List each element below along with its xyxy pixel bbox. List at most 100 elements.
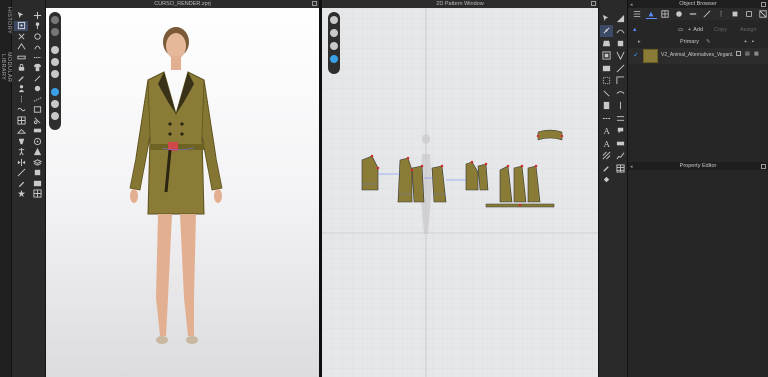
maximize-object-browser-icon[interactable] xyxy=(761,1,766,7)
trim-icon[interactable] xyxy=(30,115,44,125)
avatar-icon[interactable] xyxy=(14,84,28,94)
trace-icon[interactable] xyxy=(600,62,613,74)
display-avatar-icon[interactable] xyxy=(51,16,59,24)
fold-2d-icon[interactable] xyxy=(614,62,627,74)
annotation-icon[interactable] xyxy=(614,125,627,137)
edit-pattern-icon[interactable] xyxy=(600,12,613,24)
text-icon[interactable]: A xyxy=(600,125,613,137)
maximize-2d-icon[interactable] xyxy=(591,1,596,6)
fold-icon[interactable] xyxy=(14,42,28,52)
check-sewing-icon[interactable] xyxy=(600,100,613,112)
tab-modular-library[interactable]: MODULAR LIBRARY xyxy=(0,42,12,92)
rigging-icon[interactable] xyxy=(30,136,44,146)
bird-2d-icon[interactable] xyxy=(330,55,338,63)
shirt-icon[interactable] xyxy=(30,63,44,73)
avatar-figure[interactable] xyxy=(106,18,246,363)
pose-view-icon[interactable] xyxy=(51,58,59,66)
tack-icon[interactable] xyxy=(14,31,28,41)
zipper-icon[interactable] xyxy=(14,94,28,104)
lock-icon[interactable] xyxy=(14,63,28,73)
pose-icon[interactable] xyxy=(14,147,28,157)
pin-icon[interactable] xyxy=(30,21,44,31)
list-view-icon[interactable] xyxy=(632,9,643,19)
fabric-delete-icon[interactable]: ▦ xyxy=(754,51,759,57)
sew-icon[interactable] xyxy=(14,168,28,178)
add-button[interactable]: + Add xyxy=(688,27,703,33)
button-tab-icon[interactable] xyxy=(674,9,685,19)
fabric-list-item[interactable]: ✓ V2_Animal_Alternatives_VeganL ▤ ▦ xyxy=(628,48,768,64)
tack-2d-icon[interactable] xyxy=(614,100,627,112)
fitting-icon[interactable] xyxy=(14,136,28,146)
info-2d-icon[interactable] xyxy=(330,42,338,50)
maximize-property-editor-icon[interactable] xyxy=(761,163,766,169)
steam-icon[interactable] xyxy=(30,42,44,52)
select-mesh-icon[interactable] xyxy=(14,20,28,31)
shrinkage-icon[interactable] xyxy=(614,112,627,124)
grid-icon[interactable] xyxy=(30,189,44,199)
select-move-icon[interactable] xyxy=(14,10,28,20)
symmetry-icon[interactable] xyxy=(14,157,28,167)
chart-icon[interactable] xyxy=(614,150,627,162)
brush-2d-icon[interactable] xyxy=(600,162,613,174)
polygon-icon[interactable] xyxy=(600,37,613,49)
hanger-icon[interactable] xyxy=(14,126,28,136)
star-icon[interactable] xyxy=(14,189,28,199)
graphic-icon[interactable] xyxy=(30,105,44,115)
folder-2-icon[interactable]: ▪ xyxy=(752,39,754,45)
trim-tab-icon[interactable] xyxy=(729,9,740,19)
tape-icon[interactable] xyxy=(30,52,44,62)
fabric-icon[interactable] xyxy=(30,178,44,188)
edit-curve-icon[interactable] xyxy=(614,25,627,37)
ruler-2d-icon[interactable] xyxy=(614,12,627,24)
shirt-view-icon[interactable] xyxy=(51,46,59,54)
display-garment-icon[interactable] xyxy=(51,28,59,36)
filter-icon[interactable]: ▲ xyxy=(632,27,637,33)
pattern-canvas[interactable] xyxy=(322,8,598,377)
maximize-3d-icon[interactable] xyxy=(312,1,317,6)
copy-button[interactable]: Copy xyxy=(714,27,727,33)
add-colorway-icon[interactable]: + xyxy=(744,39,747,45)
transform-pattern-icon[interactable] xyxy=(600,24,613,37)
free-sew-icon[interactable] xyxy=(614,87,627,99)
pen-icon[interactable] xyxy=(30,73,44,83)
fabric-tab-icon[interactable] xyxy=(645,9,657,19)
arrangement-icon[interactable] xyxy=(30,31,44,41)
shape-icon[interactable] xyxy=(30,147,44,157)
bird-view-icon[interactable] xyxy=(51,88,59,96)
brush-icon[interactable] xyxy=(14,73,28,83)
topstitch-tab-icon[interactable] xyxy=(702,9,713,19)
expand-icon[interactable]: ▸ xyxy=(638,39,641,45)
seam-allowance-icon[interactable] xyxy=(600,75,613,87)
ruler-icon[interactable] xyxy=(30,126,44,136)
puckering-icon[interactable] xyxy=(14,105,28,115)
segment-sew-icon[interactable] xyxy=(600,87,613,99)
graphic-tab-icon[interactable] xyxy=(660,9,671,19)
light-icon[interactable] xyxy=(51,100,59,108)
fabric-copy-icon[interactable]: ▤ xyxy=(745,51,750,57)
layer-icon[interactable] xyxy=(30,157,44,167)
eyedrop-icon[interactable] xyxy=(14,178,28,188)
dart-icon[interactable] xyxy=(614,50,627,62)
colorway-row[interactable]: ▸ Primary ✎ + ▪ xyxy=(628,38,768,48)
button-icon[interactable] xyxy=(30,84,44,94)
render-icon[interactable] xyxy=(51,112,59,120)
topstitch-icon[interactable] xyxy=(30,94,44,104)
buttonhole-tab-icon[interactable] xyxy=(688,9,699,19)
texture-icon[interactable] xyxy=(14,115,28,125)
label-icon[interactable] xyxy=(614,137,627,149)
measure-icon[interactable] xyxy=(14,52,28,62)
assign-button[interactable]: Assign xyxy=(740,27,757,33)
puckering-tab-icon[interactable] xyxy=(743,9,754,19)
3d-viewport[interactable]: CURSO_RENDER.zprj xyxy=(46,0,319,377)
table-icon[interactable] xyxy=(614,162,627,174)
pattern-display-icon[interactable] xyxy=(330,16,338,24)
internal-polygon-icon[interactable] xyxy=(600,50,613,62)
camera-icon[interactable] xyxy=(51,70,59,78)
zipper-tab-icon[interactable] xyxy=(715,9,726,19)
transform-icon[interactable] xyxy=(30,10,44,20)
fabric-apply-icon[interactable] xyxy=(736,51,741,56)
elastic-icon[interactable] xyxy=(600,112,613,124)
paint-bucket-icon[interactable] xyxy=(600,175,613,187)
hatch-icon[interactable] xyxy=(600,150,613,162)
2d-pattern-window[interactable]: 2D Pattern Window xyxy=(322,0,598,377)
